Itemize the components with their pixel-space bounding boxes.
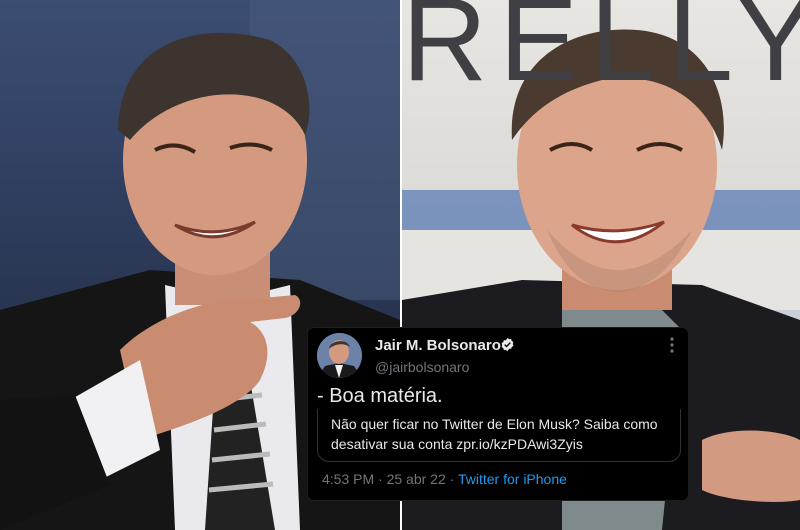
quoted-tweet-text: Não quer ficar no Twitter de Elon Musk? … <box>331 416 658 452</box>
avatar-illustration <box>317 333 362 378</box>
tweet-date[interactable]: 25 abr 22 <box>387 471 446 487</box>
tweet-source-link[interactable]: Twitter for iPhone <box>458 471 567 487</box>
author-avatar[interactable] <box>317 333 362 378</box>
author-name[interactable]: Jair M. Bolsonaro <box>375 337 501 354</box>
tweet-text: - Boa matéria. <box>317 385 443 407</box>
verified-badge-icon <box>501 337 514 352</box>
author-handle[interactable]: @jairbolsonaro <box>375 359 469 375</box>
meta-separator: · <box>449 471 455 487</box>
tweet-card[interactable]: Jair M. Bolsonaro @jairbolsonaro - Boa m… <box>308 328 688 500</box>
tweet-metadata: 4:53 PM · 25 abr 22 · Twitter for iPhone <box>322 471 567 487</box>
more-options-icon[interactable] <box>670 337 674 353</box>
meta-separator: · <box>378 471 383 487</box>
quoted-tweet[interactable]: Não quer ficar no Twitter de Elon Musk? … <box>317 409 681 462</box>
tweet-time[interactable]: 4:53 PM <box>322 471 374 487</box>
background-lettering: RELLY <box>402 0 800 106</box>
